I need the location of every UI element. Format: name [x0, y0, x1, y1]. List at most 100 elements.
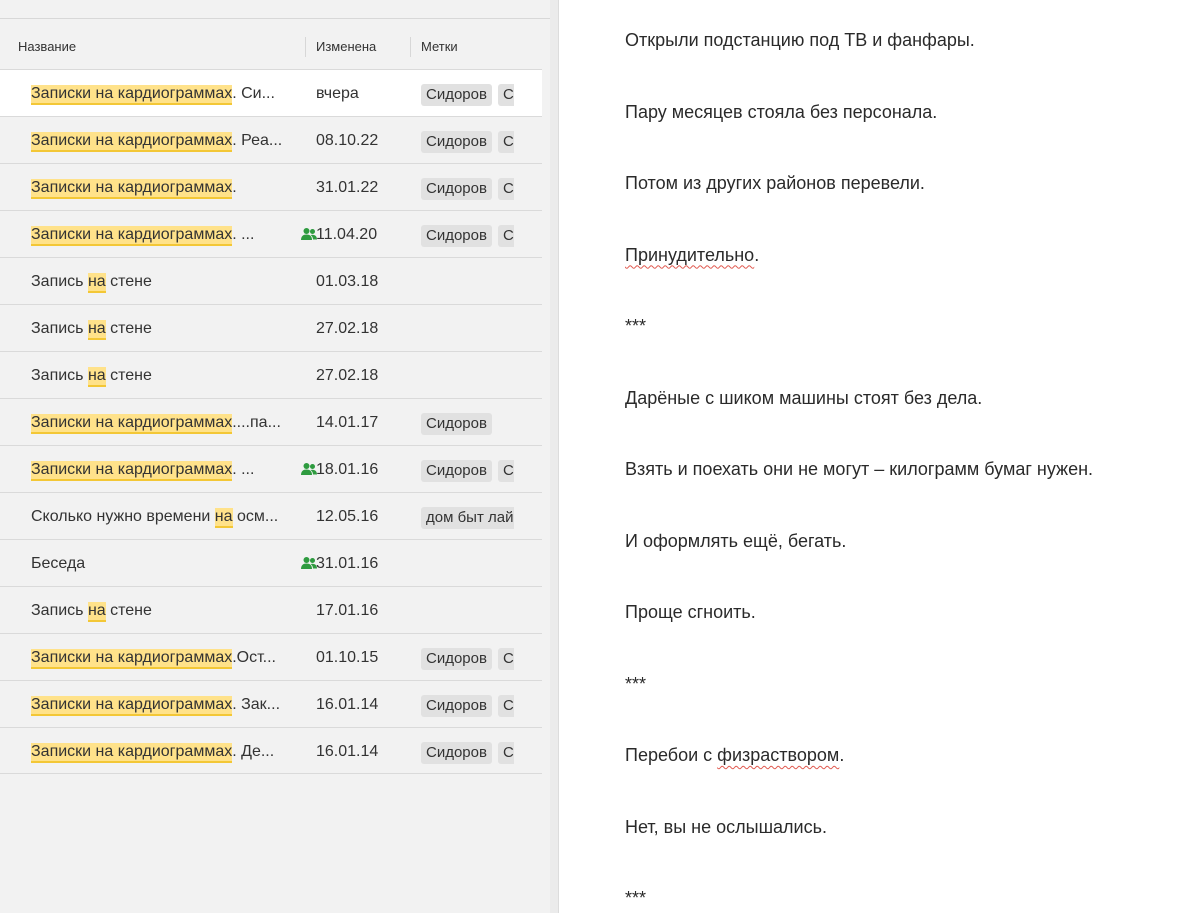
note-title: Запись на стене — [31, 352, 293, 399]
column-resize-handle[interactable] — [305, 37, 306, 57]
note-list: Записки на кардиограммах. Си... вчера Сидо… — [0, 69, 542, 774]
note-row[interactable]: Сколько нужно времени на осм... 12.05.16 д… — [0, 492, 542, 539]
note-tags — [421, 601, 514, 623]
paragraph-text: И оформлять ещё, бегать. — [625, 530, 847, 551]
search-match-highlight: на — [87, 273, 106, 293]
note-tags: дом быт лайф — [421, 507, 514, 529]
note-row[interactable]: Беседа 31.01.16 — [0, 539, 542, 586]
note-title: Беседа — [31, 540, 293, 587]
note-row[interactable]: Запись на стене 27.02.18 — [0, 351, 542, 398]
tag-chip[interactable]: Си — [497, 742, 514, 764]
note-tags: СидоровСи — [421, 695, 514, 717]
note-row[interactable]: Запись на стене 17.01.16 — [0, 586, 542, 633]
note-row[interactable]: Записки на кардиограммах....па... 14.01.1… — [0, 398, 542, 445]
note-tags: СидоровСи — [421, 742, 514, 764]
note-title: Записки на кардиограммах. Си... — [31, 70, 293, 117]
note-row[interactable]: Записки на кардиограммах. Си... вчера Сидо… — [0, 69, 542, 116]
spellcheck-flagged-word: физраствором — [717, 745, 840, 765]
note-tags: СидоровСи — [421, 178, 514, 200]
note-title-text: Беседа — [31, 555, 86, 572]
note-title-text: Запись — [31, 602, 88, 619]
tag-chip[interactable]: Си — [497, 695, 514, 717]
tag-chip[interactable]: Си — [497, 131, 514, 153]
editor-paragraph: Нет, вы не ослышались. — [625, 815, 827, 839]
list-scrollbar[interactable] — [550, 0, 558, 913]
spellcheck-flagged-word: Принудительно — [625, 244, 755, 265]
tag-chip[interactable]: Си — [497, 648, 514, 670]
editor-paragraph: *** — [625, 672, 646, 696]
note-tags — [421, 319, 514, 341]
note-title-text: ....па... — [232, 414, 281, 431]
column-header-tags[interactable]: Метки — [421, 32, 521, 62]
note-modified-date: 12.05.16 — [316, 508, 379, 525]
tag-chip[interactable]: Сидоров — [421, 695, 492, 717]
note-modified-date: 08.10.22 — [316, 132, 379, 149]
search-match-highlight: Записки на кардиограммах — [31, 85, 233, 105]
note-tags — [421, 554, 514, 576]
note-title: Запись на стене — [31, 587, 293, 634]
note-title-text: стене — [105, 602, 152, 619]
note-title: Записки на кардиограммах. ... — [31, 446, 293, 493]
note-list-pane: Название Изменена Метки Записки на карди… — [0, 0, 559, 913]
search-match-highlight: Записки на кардиограммах — [31, 226, 233, 246]
note-row[interactable]: Записки на кардиограммах.Ост... 01.10.15 С… — [0, 633, 542, 680]
column-header-changed[interactable]: Изменена — [316, 32, 406, 62]
paragraph-text: *** — [625, 316, 647, 336]
note-editor[interactable]: Открыли подстанцию под ТВ и фанфары. Пару… — [559, 0, 1200, 913]
note-row[interactable]: Записки на кардиограммах. ... 18.01.16 Сид… — [0, 445, 542, 492]
note-title-text: осм... — [232, 508, 279, 525]
note-tags: СидоровСи — [421, 131, 514, 153]
paragraph-text: . — [754, 244, 760, 265]
tag-chip[interactable]: Сидоров — [421, 178, 492, 200]
note-title-text: стене — [105, 320, 152, 337]
paragraph-text: *** — [625, 888, 647, 908]
tag-chip[interactable]: Сидоров — [421, 648, 492, 670]
note-title: Записки на кардиограммах. Де... — [31, 728, 293, 775]
note-title: Записки на кардиограммах. Реа... — [31, 117, 293, 164]
note-row[interactable]: Запись на стене 01.03.18 — [0, 257, 542, 304]
tag-chip[interactable]: дом быт лайф — [421, 507, 514, 529]
editor-paragraph: Взять и поехать они не могут – килограмм… — [625, 457, 1093, 481]
note-title: Сколько нужно времени на осм... — [31, 493, 293, 540]
tag-chip[interactable]: Си — [497, 460, 514, 482]
search-match-highlight: Записки на кардиограммах — [31, 743, 233, 763]
toolbar-divider — [0, 18, 550, 19]
note-row[interactable]: Записки на кардиограммах. ... 11.04.20 Сид… — [0, 210, 542, 257]
note-title: Запись на стене — [31, 305, 293, 352]
search-match-highlight: Записки на кардиограммах — [31, 696, 233, 716]
tag-chip[interactable]: Сидоров — [421, 225, 492, 247]
note-modified-date: 01.03.18 — [316, 273, 379, 290]
tag-chip[interactable]: Си — [497, 178, 514, 200]
note-row[interactable]: Записки на кардиограммах. Реа... 08.10.22… — [0, 116, 542, 163]
note-tags: СидоровСи — [421, 84, 514, 106]
note-title-text: . Реа... — [232, 132, 283, 149]
note-title-text: . Си... — [232, 85, 275, 102]
note-row[interactable]: Записки на кардиограммах. Де... 16.01.14 С… — [0, 727, 542, 774]
paragraph-text: Взять и поехать они не могут – килограмм… — [625, 459, 1094, 479]
note-modified-date: вчера — [316, 85, 359, 102]
note-modified-date: 27.02.18 — [316, 367, 379, 384]
note-modified-date: 17.01.16 — [316, 602, 379, 619]
tag-chip[interactable]: Сидоров — [421, 131, 492, 153]
shared-users-icon — [301, 462, 317, 476]
tag-chip[interactable]: Сидоров — [421, 84, 492, 106]
tag-chip[interactable]: Си — [497, 84, 514, 106]
paragraph-text: Открыли подстанцию под ТВ и фанфары. — [625, 30, 975, 50]
tag-chip[interactable]: Си — [497, 225, 514, 247]
column-resize-handle[interactable] — [410, 37, 411, 57]
note-row[interactable]: Записки на кардиограммах. 31.01.22 Сидоров… — [0, 163, 542, 210]
note-title: Записки на кардиограммах....па... — [31, 399, 293, 446]
tag-chip[interactable]: Сидоров — [421, 742, 492, 764]
note-modified-date: 31.01.22 — [316, 179, 379, 196]
tag-chip[interactable]: Сидоров — [421, 460, 492, 482]
note-row[interactable]: Записки на кардиограммах. Зак... 16.01.14… — [0, 680, 542, 727]
note-modified-date: 27.02.18 — [316, 320, 379, 337]
column-header-name[interactable]: Название — [18, 32, 298, 62]
note-title-text: . Де... — [232, 743, 275, 760]
editor-paragraph: *** — [625, 886, 646, 910]
note-modified-date: 01.10.15 — [316, 649, 379, 666]
tag-chip[interactable]: Сидоров — [421, 413, 492, 435]
editor-paragraph: *** — [625, 314, 646, 338]
list-header: Название Изменена Метки — [0, 32, 542, 69]
note-row[interactable]: Запись на стене 27.02.18 — [0, 304, 542, 351]
